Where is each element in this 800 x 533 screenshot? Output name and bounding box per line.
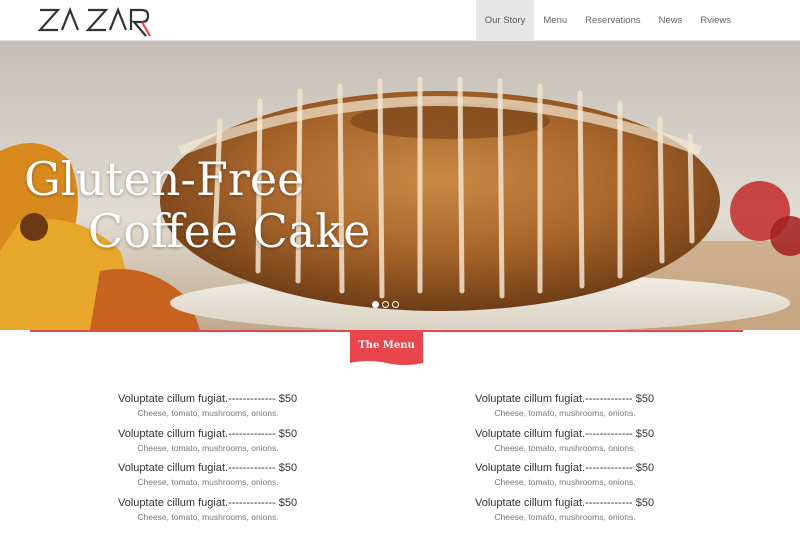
menu-item-title: Voluptate cillum fugiat.------------- $5… xyxy=(118,393,298,405)
nav-item-menu[interactable]: Menu xyxy=(534,0,576,41)
menu-item: Voluptate cillum fugiat.------------- $5… xyxy=(475,461,655,496)
menu-item-title: Voluptate cillum fugiat.------------- $5… xyxy=(475,496,655,509)
slider-dots xyxy=(372,301,399,308)
menu-item-title: Voluptate cillum fugiat.------------- $5… xyxy=(118,462,298,474)
menu-column-right: Voluptate cillum fugiat.------------- $5… xyxy=(475,392,675,530)
menu-item-description: Cheese, tomato, mushrooms, onions. xyxy=(137,511,279,522)
menu-item: Voluptate cillum fugiat.------------- $5… xyxy=(118,461,298,496)
nav-item-reviews[interactable]: Rviews xyxy=(691,0,740,41)
slider-dot-icon[interactable] xyxy=(382,301,389,308)
menu-item-description: Cheese, tomato, mushrooms, onions. xyxy=(137,477,279,487)
hero-title: Gluten-Free Coffee Cake xyxy=(24,153,370,257)
hero-title-line2: Coffee Cake xyxy=(88,204,371,258)
nav-item-reservations[interactable]: Reservations xyxy=(576,0,649,41)
menu-item: Voluptate cillum fugiat.------------- $5… xyxy=(475,392,655,427)
menu-item-description: Cheese, tomato, mushrooms, onions. xyxy=(137,442,279,453)
slider-dot-icon[interactable] xyxy=(372,301,379,308)
menu-item: Voluptate cillum fugiat.------------- $5… xyxy=(475,427,655,462)
menu-item: Voluptate cillum fugiat.------------- $5… xyxy=(118,392,298,427)
menu-item-description: Cheese, tomato, mushrooms, onions. xyxy=(494,477,636,487)
menu-item-title: Voluptate cillum fugiat.------------- $5… xyxy=(475,427,655,440)
menu-section-heading: The Menu xyxy=(358,340,415,351)
slider-dot-icon[interactable] xyxy=(392,301,399,308)
menu-item-title: Voluptate cillum fugiat.------------- $5… xyxy=(475,462,655,474)
menu-item-description: Cheese, tomato, mushrooms, onions. xyxy=(494,442,636,453)
nav-item-our-story[interactable]: Our Story xyxy=(475,0,535,41)
menu-item-title: Voluptate cillum fugiat.------------- $5… xyxy=(475,393,655,405)
hero-slider[interactable]: Gluten-Free Coffee Cake xyxy=(0,41,800,330)
menu-item: Voluptate cillum fugiat.------------- $5… xyxy=(118,496,298,531)
menu-item-description: Cheese, tomato, mushrooms, onions. xyxy=(494,408,636,418)
menu-item-title: Voluptate cillum fugiat.------------- $5… xyxy=(118,496,298,509)
menu-item: Voluptate cillum fugiat.------------- $5… xyxy=(475,496,655,531)
menu-column-left: Voluptate cillum fugiat.------------- $5… xyxy=(118,392,318,530)
menu-item: Voluptate cillum fugiat.------------- $5… xyxy=(118,427,298,462)
hero-title-line1: Gluten-Free xyxy=(24,152,305,206)
zazar-logo-icon[interactable]: ZA ZAR xyxy=(38,6,154,40)
nav-item-news[interactable]: News xyxy=(650,0,692,41)
logo-text: ZA ZAR xyxy=(38,40,39,41)
menu-item-title: Voluptate cillum fugiat.------------- $5… xyxy=(118,427,298,440)
menu-item-description: Cheese, tomato, mushrooms, onions. xyxy=(494,511,636,522)
main-nav: Our Story Menu Reservations News Rviews xyxy=(475,0,740,41)
menu-item-description: Cheese, tomato, mushrooms, onions. xyxy=(137,408,279,418)
site-header: ZA ZAR Our Story Menu Reservations News … xyxy=(0,0,800,41)
